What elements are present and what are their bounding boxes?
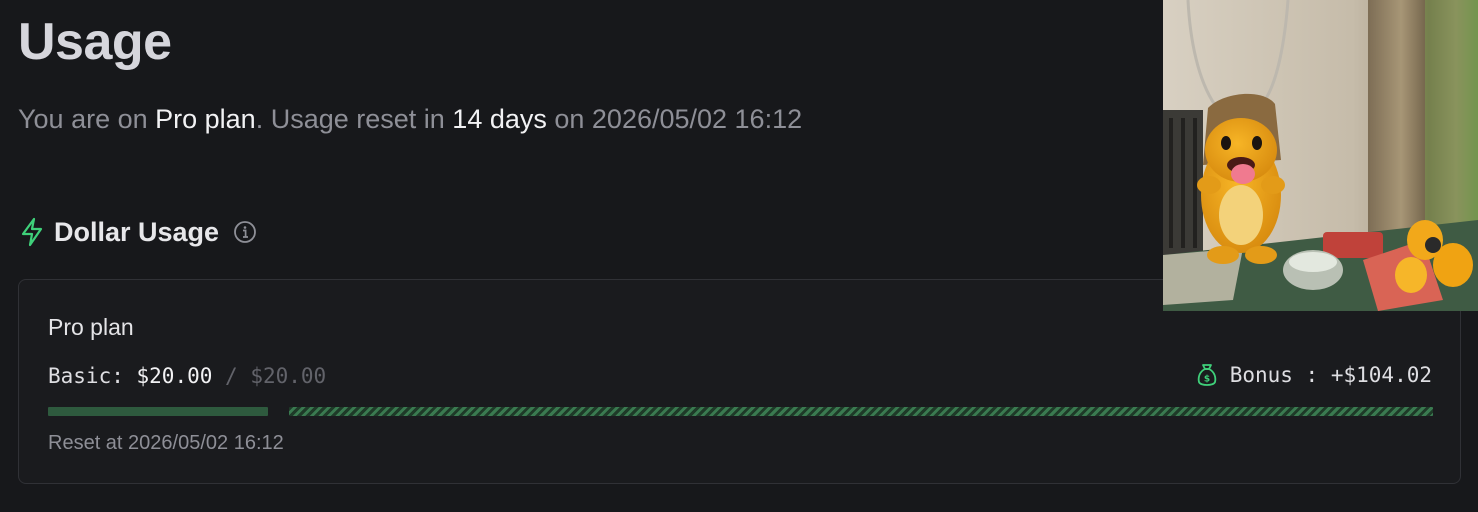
basic-separator: / bbox=[225, 364, 238, 388]
usage-page: Usage You are on Pro plan. Usage reset i… bbox=[0, 0, 1478, 512]
card-plan-name: Pro plan bbox=[48, 314, 134, 340]
basic-usage: Basic: $20.00 / $20.00 bbox=[48, 364, 326, 388]
basic-used: $20.00 bbox=[136, 364, 213, 388]
info-icon[interactable] bbox=[233, 220, 257, 244]
basic-label: Basic: bbox=[48, 364, 124, 388]
summary-days: 14 days bbox=[452, 104, 547, 134]
reset-text: Reset at 2026/05/02 16:12 bbox=[48, 432, 284, 454]
plan-summary: You are on Pro plan. Usage reset in 14 d… bbox=[18, 101, 802, 137]
bonus-progress-bar bbox=[289, 407, 1433, 416]
page-title: Usage bbox=[18, 13, 172, 71]
svg-text:$: $ bbox=[1204, 375, 1210, 385]
lightning-bolt-icon bbox=[21, 217, 43, 247]
money-bag-icon: $ bbox=[1197, 364, 1216, 386]
video-frame bbox=[1163, 0, 1478, 311]
basic-progress-bar bbox=[48, 407, 268, 416]
section-title: Dollar Usage bbox=[54, 216, 220, 247]
summary-plan: Pro plan bbox=[155, 104, 256, 134]
basic-total: $20.00 bbox=[250, 364, 327, 388]
bonus-usage: $ Bonus : +$104.02 bbox=[1196, 362, 1432, 388]
dollar-usage-header: Dollar Usage bbox=[20, 212, 257, 252]
summary-middle: . Usage reset in bbox=[255, 104, 453, 134]
bonus-label: Bonus : +$104.02 bbox=[1229, 363, 1432, 387]
summary-prefix: You are on bbox=[18, 104, 156, 134]
summary-suffix: on 2026/05/02 16:12 bbox=[546, 104, 803, 134]
picture-in-picture-video[interactable] bbox=[1163, 0, 1478, 311]
